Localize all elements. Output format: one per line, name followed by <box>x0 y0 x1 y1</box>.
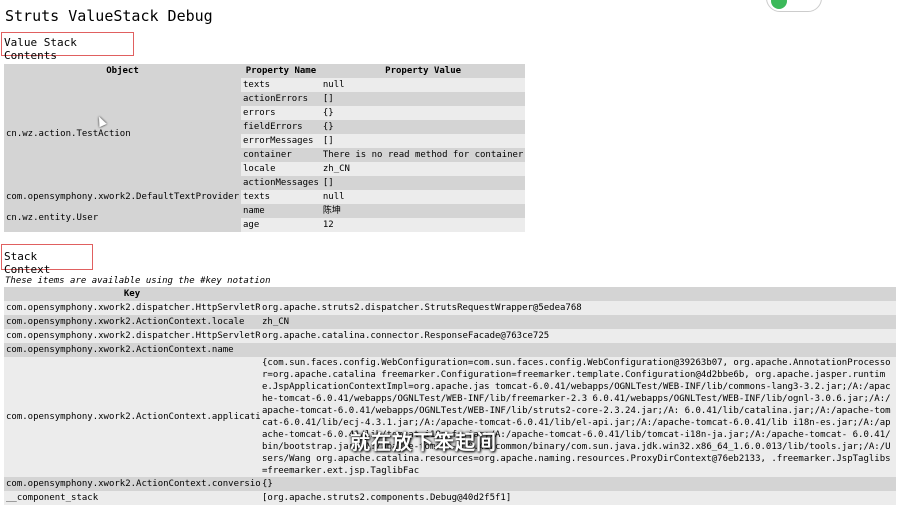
context-key: com.opensymphony.xwork2.dispatcher.HttpS… <box>4 301 260 315</box>
object-name: cn.wz.action.TestAction <box>4 78 241 190</box>
context-key: __component_stack <box>4 491 260 505</box>
property-value: [] <box>320 92 526 106</box>
property-name: errors <box>241 106 321 120</box>
property-value: {} <box>320 120 526 134</box>
value-stack-row: cn.wz.action.TestAction texts null <box>4 78 526 190</box>
context-value: org.apache.catalina.connector.ResponseFa… <box>260 329 896 343</box>
property-name: texts <box>241 78 321 92</box>
property-value: zh_CN <box>320 162 526 176</box>
context-key: com.opensymphony.xwork2.ActionContext.co… <box>4 477 260 491</box>
stack-context-row: com.opensymphony.xwork2.ActionContext.ap… <box>4 357 896 477</box>
property-name: age <box>241 218 321 232</box>
stack-context-row: com.opensymphony.xwork2.ActionContext.na… <box>4 343 896 357</box>
status-icon <box>771 0 787 9</box>
value-stack-table: Object Property Name Property Value cn.w… <box>4 64 526 232</box>
stack-context-table: Key com.opensymphony.xwork2.dispatcher.H… <box>4 287 896 505</box>
object-name: cn.wz.entity.User <box>4 204 241 232</box>
stack-context-note: These items are available using the #key… <box>5 276 271 286</box>
property-value: null <box>320 190 526 204</box>
object-name: com.opensymphony.xwork2.DefaultTextProvi… <box>4 190 241 204</box>
property-name: fieldErrors <box>241 120 321 134</box>
property-name: actionMessages <box>241 176 321 190</box>
property-value: There is no read method for container <box>320 148 526 162</box>
property-name: errorMessages <box>241 134 321 148</box>
stack-context-row: com.opensymphony.xwork2.ActionContext.co… <box>4 477 896 491</box>
property-name: locale <box>241 162 321 176</box>
page-title: Struts ValueStack Debug <box>5 7 213 25</box>
col-property-name: Property Name <box>241 64 321 78</box>
context-key: com.opensymphony.xwork2.dispatcher.HttpS… <box>4 329 260 343</box>
context-key: com.opensymphony.xwork2.ActionContext.ap… <box>4 357 260 477</box>
col-key: Key <box>4 287 260 301</box>
stack-context-row: com.opensymphony.xwork2.dispatcher.HttpS… <box>4 329 896 343</box>
value-stack-heading: Value Stack Contents <box>1 32 134 62</box>
context-value: [org.apache.struts2.components.Debug@40d… <box>260 491 896 505</box>
video-subtitle: 就在放下笨起间 <box>350 430 497 454</box>
context-value <box>260 343 896 357</box>
property-name: actionErrors <box>241 92 321 106</box>
stack-context-heading: Stack Context <box>1 244 93 276</box>
property-name: name <box>241 204 321 218</box>
context-value: zh_CN <box>260 315 896 329</box>
context-value: org.apache.struts2.dispatcher.StrutsRequ… <box>260 301 896 315</box>
context-key: com.opensymphony.xwork2.ActionContext.lo… <box>4 315 260 329</box>
property-name: texts <box>241 190 321 204</box>
property-value: null <box>320 78 526 92</box>
col-value <box>260 287 896 301</box>
col-property-value: Property Value <box>320 64 526 78</box>
property-value: 12 <box>320 218 526 232</box>
floating-widget[interactable] <box>766 0 822 12</box>
value-stack-row: com.opensymphony.xwork2.DefaultTextProvi… <box>4 190 526 204</box>
property-value: [] <box>320 134 526 148</box>
stack-context-row: __component_stack [org.apache.struts2.com… <box>4 491 896 505</box>
stack-context-row: com.opensymphony.xwork2.dispatcher.HttpS… <box>4 301 896 315</box>
col-object: Object <box>4 64 241 78</box>
context-value: {} <box>260 477 896 491</box>
property-name: container <box>241 148 321 162</box>
property-value: {} <box>320 106 526 120</box>
property-value: [] <box>320 176 526 190</box>
value-stack-row: cn.wz.entity.User name 陈坤 <box>4 204 526 232</box>
property-value: 陈坤 <box>320 204 526 218</box>
stack-context-row: com.opensymphony.xwork2.ActionContext.lo… <box>4 315 896 329</box>
context-value: {com.sun.faces.config.WebConfiguration=c… <box>260 357 896 477</box>
context-key: com.opensymphony.xwork2.ActionContext.na… <box>4 343 260 357</box>
